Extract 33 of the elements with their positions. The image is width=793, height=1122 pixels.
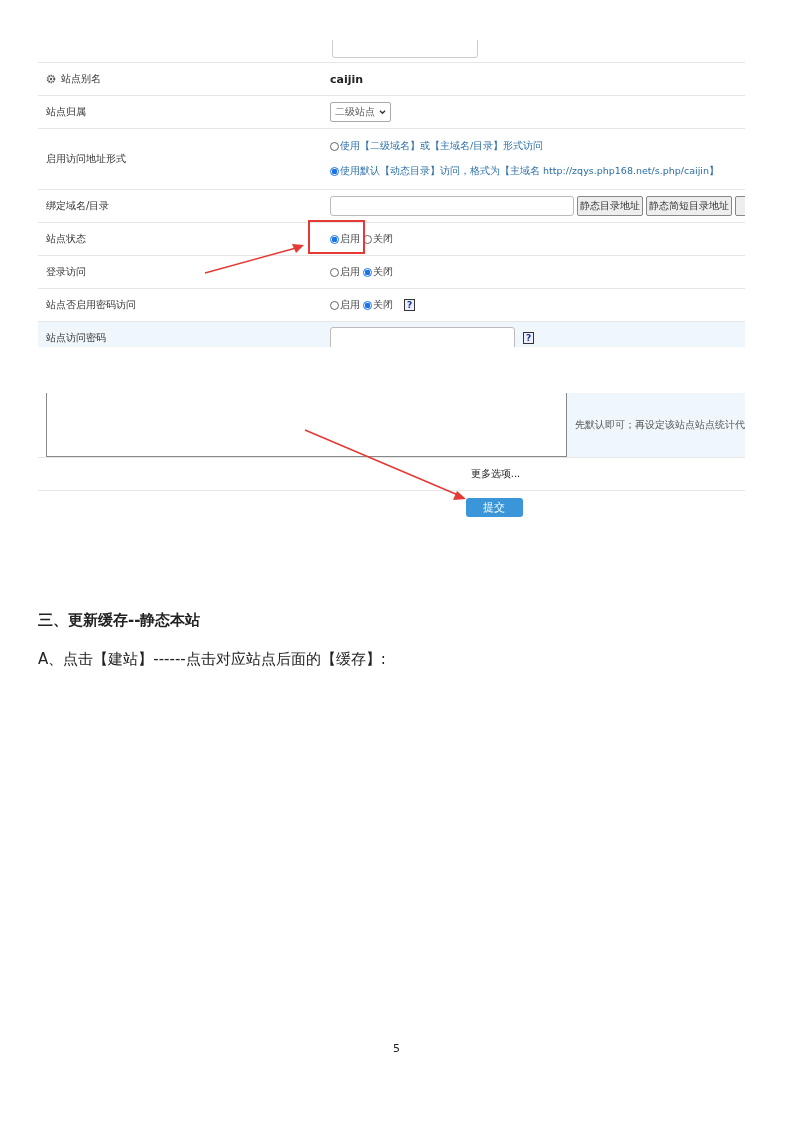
field-label: 站点访问密码 bbox=[46, 331, 106, 345]
radio-option[interactable]: 使用默认【动态目录】访问，格式为【主域名 http://zqys.php168.net/s.php/caijin】 bbox=[330, 165, 719, 178]
field-label: 站点否启用密码访问 bbox=[46, 298, 136, 312]
alias-value: caijin bbox=[330, 72, 364, 86]
gear-icon bbox=[46, 74, 56, 84]
help-icon[interactable]: ? bbox=[404, 299, 416, 311]
help-icon[interactable]: ? bbox=[523, 332, 535, 344]
field-label: 登录访问 bbox=[46, 265, 86, 279]
radio-option[interactable]: 启用 bbox=[330, 298, 360, 312]
hint-text: 先默认即可；再设定该站点站点统计代 bbox=[575, 418, 745, 432]
radio-option[interactable]: 关闭 bbox=[363, 265, 393, 279]
code-textarea[interactable] bbox=[46, 393, 567, 457]
field-label: 站点归属 bbox=[46, 105, 86, 119]
instruction-text: A、点击【建站】------点击对应站点后面的【缓存】: bbox=[38, 650, 387, 669]
highlight-frame bbox=[308, 220, 365, 254]
page-number: 5 bbox=[392, 1042, 401, 1055]
field-label: 绑定域名/目录 bbox=[46, 199, 110, 213]
radio-option[interactable]: 关闭 bbox=[363, 232, 393, 246]
field-label: 启用访问地址形式 bbox=[46, 152, 126, 166]
radio-option[interactable]: 启用 bbox=[330, 232, 360, 246]
site-select[interactable]: 二级站点 bbox=[330, 102, 391, 122]
field-label: 站点状态 bbox=[46, 232, 86, 246]
chevron-icon bbox=[379, 109, 386, 115]
more-options-link[interactable]: 更多选项... bbox=[470, 467, 521, 481]
address-button[interactable]: 静态目录地址 bbox=[577, 196, 643, 216]
section-heading: 三、更新缓存--静态本站 bbox=[38, 611, 202, 630]
radio-option[interactable]: 使用【二级域名】或【主域名/目录】形式访问 bbox=[330, 140, 719, 153]
field-label: 站点别名 bbox=[61, 72, 101, 86]
domain-field[interactable] bbox=[330, 196, 574, 216]
radio-option[interactable]: 启用 bbox=[330, 265, 360, 279]
address-button[interactable]: 静态简短目录地址 bbox=[646, 196, 732, 216]
password-field[interactable] bbox=[330, 327, 515, 347]
radio-option[interactable]: 关闭 bbox=[363, 298, 393, 312]
